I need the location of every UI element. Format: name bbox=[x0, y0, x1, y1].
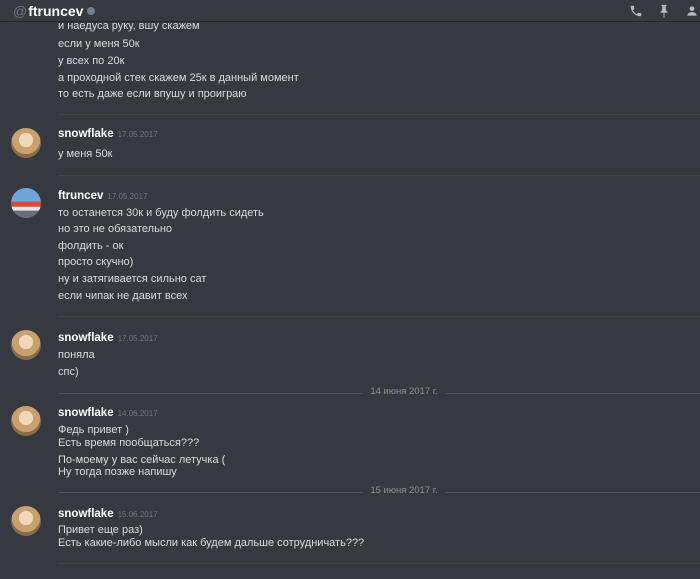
at-symbol: @ bbox=[13, 2, 28, 19]
message-author[interactable]: snowflake 17.05.2017 bbox=[58, 332, 158, 344]
status-offline-icon bbox=[87, 7, 96, 15]
message-line: и наедуса руку, вшу скажем bbox=[58, 22, 200, 32]
message-line: Есть какие-либо мысли как будем дальше с… bbox=[58, 537, 365, 549]
channel-title[interactable]: ftruncev bbox=[28, 3, 83, 19]
message-author[interactable]: snowflake 17.05.2017 bbox=[58, 128, 158, 140]
message-line: фолдить - ок bbox=[58, 240, 124, 252]
pin-icon[interactable] bbox=[656, 3, 672, 19]
message-author[interactable]: snowflake 14.06.2017 bbox=[58, 407, 158, 419]
message-separator bbox=[58, 316, 700, 317]
message-list[interactable]: и наедуса руку, вшу скажем если у меня 5… bbox=[0, 22, 700, 579]
message-timestamp: 15.06.2017 bbox=[117, 510, 158, 519]
message-timestamp: 17.05.2017 bbox=[117, 130, 158, 139]
avatar[interactable] bbox=[11, 128, 41, 158]
message-line: ну и затягивается сильно сат bbox=[58, 273, 207, 285]
date-divider: 15 июня 2017 г. bbox=[58, 485, 700, 499]
message-author[interactable]: snowflake 15.06.2017 bbox=[58, 508, 158, 520]
message-separator bbox=[58, 563, 700, 564]
message-separator bbox=[58, 175, 700, 176]
phone-icon[interactable] bbox=[628, 3, 644, 19]
avatar[interactable] bbox=[11, 506, 41, 536]
date-divider-label: 14 июня 2017 г. bbox=[362, 386, 446, 397]
message-line: если у меня 50к bbox=[58, 38, 140, 50]
author-name[interactable]: snowflake bbox=[58, 128, 114, 140]
avatar[interactable] bbox=[11, 406, 41, 436]
message-line: спс) bbox=[58, 366, 79, 378]
message-line: поняла bbox=[58, 349, 95, 361]
message-timestamp: 17.05.2017 bbox=[117, 334, 158, 343]
author-name[interactable]: snowflake bbox=[58, 407, 114, 419]
message-timestamp: 17.05.2017 bbox=[107, 192, 148, 201]
member-list-icon[interactable] bbox=[684, 3, 700, 19]
message-author[interactable]: ftruncev 17.05.2017 bbox=[58, 190, 147, 202]
message-line: то останется 30к и буду фолдить сидеть bbox=[58, 207, 264, 219]
avatar[interactable] bbox=[11, 330, 41, 360]
message-line: Ну тогда позже напишу bbox=[58, 466, 177, 478]
channel-header: @ ftruncev bbox=[0, 0, 700, 22]
message-line: просто скучно) bbox=[58, 256, 134, 268]
message-line: но это не обязательно bbox=[58, 223, 173, 235]
date-divider-label: 15 июня 2017 г. bbox=[362, 485, 446, 496]
avatar[interactable] bbox=[11, 188, 41, 218]
author-name[interactable]: snowflake bbox=[58, 508, 114, 520]
author-name[interactable]: snowflake bbox=[58, 332, 114, 344]
message-line: а проходной стек скажем 25к в данный мом… bbox=[58, 72, 299, 84]
message-line: то есть даже если впушу и проиграю bbox=[58, 88, 247, 100]
message-line: если чипак не давит всех bbox=[58, 290, 188, 302]
message-line: у меня 50к bbox=[58, 148, 113, 160]
author-name[interactable]: ftruncev bbox=[58, 190, 103, 202]
message-separator bbox=[58, 114, 700, 115]
message-line: у всех по 20к bbox=[58, 55, 125, 67]
header-toolbar bbox=[616, 0, 700, 22]
message-line: Есть время пообщаться??? bbox=[58, 437, 200, 449]
message-timestamp: 14.06.2017 bbox=[117, 409, 158, 418]
date-divider: 14 июня 2017 г. bbox=[58, 386, 700, 400]
